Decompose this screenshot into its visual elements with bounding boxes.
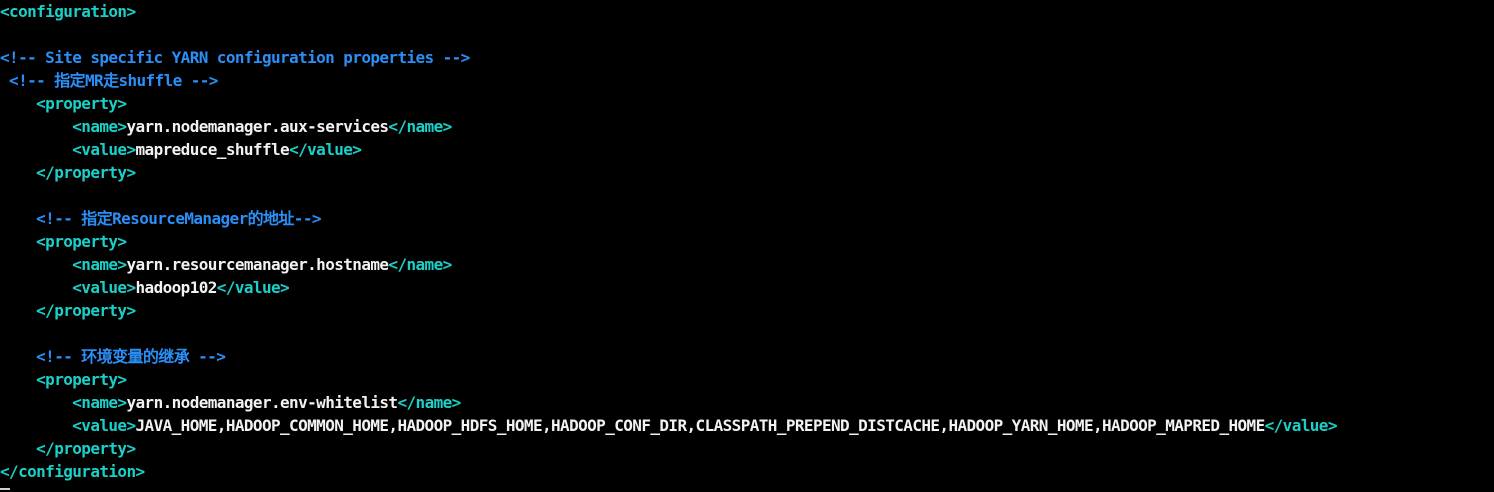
xml-text xyxy=(0,301,36,320)
xml-tag: <property> xyxy=(36,94,127,113)
xml-text xyxy=(0,393,72,412)
xml-tag: <name> xyxy=(72,117,127,136)
xml-text: JAVA_HOME,HADOOP_COMMON_HOME,HADOOP_HDFS… xyxy=(135,416,1266,435)
xml-comment: <!-- 指定MR走shuffle --> xyxy=(0,71,218,90)
xml-tag: </property> xyxy=(36,301,136,320)
code-line: <value>JAVA_HOME,HADOOP_COMMON_HOME,HADO… xyxy=(0,410,1494,437)
xml-tag: </name> xyxy=(388,117,452,136)
xml-text xyxy=(0,439,36,458)
xml-tag: <property> xyxy=(36,232,127,251)
xml-tag: </value> xyxy=(289,140,362,159)
xml-comment: <!-- 指定ResourceManager的地址--> xyxy=(36,209,321,228)
xml-text: yarn.resourcemanager.hostname xyxy=(126,255,389,274)
xml-tag: <property> xyxy=(36,370,127,389)
xml-text xyxy=(0,232,36,251)
xml-text xyxy=(0,416,72,435)
xml-tag: </value> xyxy=(216,278,290,297)
xml-text: mapreduce_shuffle xyxy=(135,140,290,159)
xml-text xyxy=(0,370,36,389)
xml-text: hadoop102 xyxy=(135,278,218,297)
xml-tag: <name> xyxy=(72,255,127,274)
terminal-cursor xyxy=(0,488,10,490)
xml-text xyxy=(0,255,72,274)
xml-text xyxy=(0,209,36,228)
xml-tag: <configuration> xyxy=(0,2,136,21)
xml-comment: <!-- 环境变量的继承 --> xyxy=(36,347,226,366)
xml-text xyxy=(0,278,72,297)
xml-tag: <value> xyxy=(72,140,136,159)
xml-tag: </name> xyxy=(397,393,461,412)
xml-text xyxy=(0,94,36,113)
xml-text xyxy=(0,140,72,159)
code-line: </configuration> xyxy=(0,456,1494,483)
xml-tag: </name> xyxy=(388,255,452,274)
xml-comment: <!-- Site specific YARN configuration pr… xyxy=(0,48,470,67)
xml-tag: </value> xyxy=(1264,416,1338,435)
xml-tag: </property> xyxy=(36,439,136,458)
xml-text xyxy=(0,347,36,366)
xml-tag: <name> xyxy=(72,393,127,412)
xml-text: yarn.nodemanager.env-whitelist xyxy=(126,393,398,412)
xml-tag: </property> xyxy=(36,163,136,182)
xml-tag: <value> xyxy=(72,416,136,435)
terminal-window[interactable]: <configuration> <!-- Site specific YARN … xyxy=(0,0,1494,492)
xml-tag: </configuration> xyxy=(0,462,145,481)
xml-text xyxy=(0,117,72,136)
xml-tag: <value> xyxy=(72,278,136,297)
xml-text xyxy=(0,163,36,182)
xml-text: yarn.nodemanager.aux-services xyxy=(126,117,389,136)
